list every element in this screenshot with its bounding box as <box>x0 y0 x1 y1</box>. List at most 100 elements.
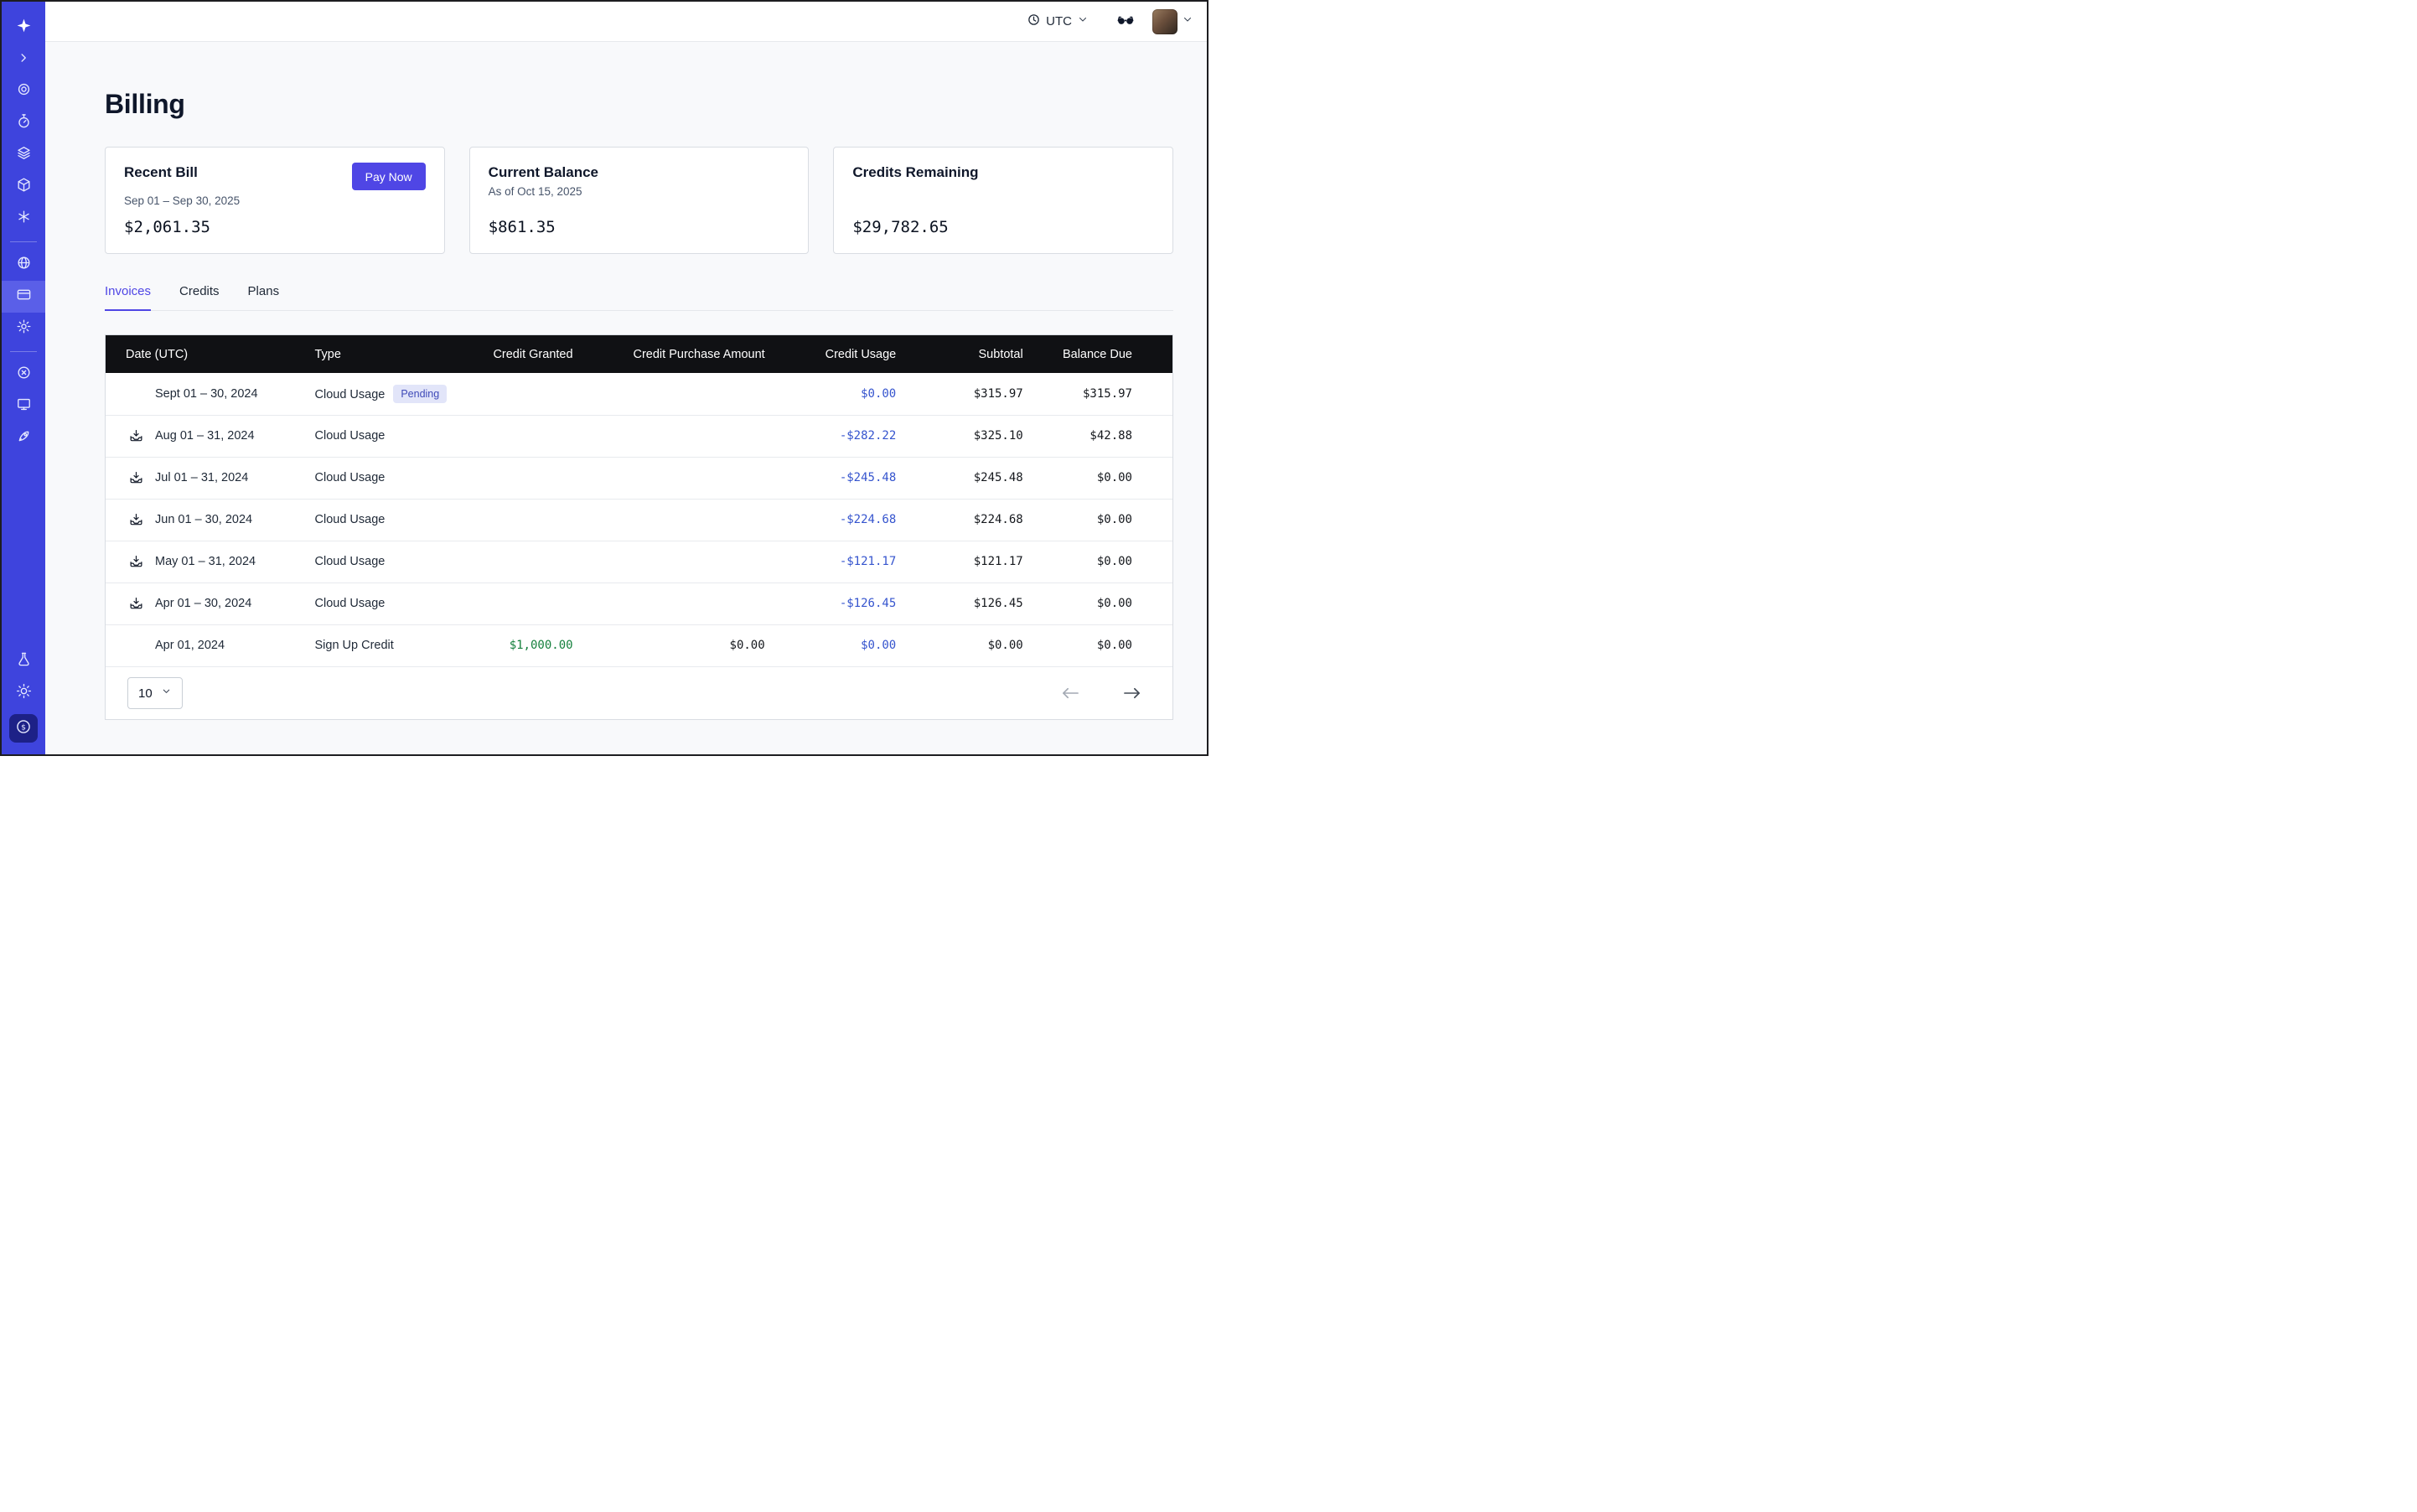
credit-usage: -$224.68 <box>765 499 897 541</box>
invoices-table: Date (UTC) Type Credit Granted Credit Pu… <box>105 334 1173 720</box>
pay-now-button[interactable]: Pay Now <box>352 163 426 190</box>
chevron-right-icon <box>16 50 31 70</box>
table-row: Apr 01, 2024 Sign Up Credit $1,000.00 $0… <box>106 624 1172 666</box>
table-row: Aug 01 – 31, 2024 Cloud Usage -$282.22 $… <box>106 415 1172 457</box>
subtotal: $126.45 <box>896 583 1022 624</box>
subtotal: $325.10 <box>896 415 1022 457</box>
card-title: Recent Bill <box>124 164 198 181</box>
column-header-credit-granted: Credit Granted <box>473 335 573 373</box>
subtotal: $0.00 <box>896 624 1022 666</box>
download-invoice-icon[interactable] <box>129 555 143 569</box>
credit-usage: -$121.17 <box>765 541 897 583</box>
sidebar-item-target[interactable] <box>2 75 45 107</box>
subtotal: $224.68 <box>896 499 1022 541</box>
balance-due: $0.00 <box>1023 457 1172 499</box>
credit-purchase-amount <box>573 457 765 499</box>
sidebar-item-theme[interactable] <box>2 677 45 709</box>
download-invoice-icon[interactable] <box>129 471 143 485</box>
balance-due: $0.00 <box>1023 583 1172 624</box>
card-title: Current Balance <box>489 164 598 181</box>
clock-icon <box>1027 13 1041 31</box>
card-subtitle: Sep 01 – Sep 30, 2025 <box>124 194 426 207</box>
invoice-date: Apr 01 – 30, 2024 <box>106 583 315 624</box>
page-size-select[interactable]: 10 <box>127 677 183 709</box>
sidebar-item-timer[interactable] <box>2 107 45 139</box>
tab-credits[interactable]: Credits <box>179 284 220 311</box>
credit-usage: $0.00 <box>765 624 897 666</box>
table-header-row: Date (UTC) Type Credit Granted Credit Pu… <box>106 335 1172 373</box>
tab-invoices[interactable]: Invoices <box>105 284 151 311</box>
invoice-type: Sign Up Credit <box>315 624 473 666</box>
cube-icon <box>16 177 32 197</box>
topbar: UTC <box>45 2 1207 42</box>
chevron-down-icon <box>1182 13 1193 29</box>
sidebar-item-flask[interactable] <box>2 645 45 677</box>
sidebar-item-cube[interactable] <box>2 171 45 203</box>
sidebar-divider <box>10 351 37 352</box>
credits-remaining-card: Credits Remaining $29,782.65 <box>833 147 1173 254</box>
page-size-value: 10 <box>138 686 153 701</box>
timezone-selector[interactable]: UTC <box>1027 13 1089 31</box>
globe-icon <box>16 255 32 275</box>
credit-granted <box>473 457 573 499</box>
sun-icon <box>16 683 32 703</box>
monitor-icon <box>16 396 32 417</box>
invoice-type: Cloud Usage <box>315 583 473 624</box>
subtotal: $245.48 <box>896 457 1022 499</box>
sidebar-item-support[interactable] <box>2 359 45 391</box>
sidebar-divider <box>10 241 37 242</box>
credit-granted <box>473 583 573 624</box>
download-invoice-icon[interactable] <box>129 429 143 443</box>
flask-icon <box>16 651 32 671</box>
column-header-type: Type <box>315 335 473 373</box>
svg-text:$: $ <box>21 722 26 732</box>
sidebar-item-layers[interactable] <box>2 139 45 171</box>
layers-icon <box>16 145 32 165</box>
glasses-icon <box>1115 11 1136 32</box>
sidebar-item-billing[interactable] <box>2 281 45 313</box>
sidebar-item-settings[interactable] <box>2 313 45 344</box>
invoice-date: Jul 01 – 31, 2024 <box>106 457 315 499</box>
gear-icon <box>16 318 32 339</box>
subtotal: $121.17 <box>896 541 1022 583</box>
sidebar-item-globe[interactable] <box>2 249 45 281</box>
column-header-credit-purchase: Credit Purchase Amount <box>573 335 765 373</box>
sidebar-item-rocket[interactable] <box>2 422 45 454</box>
balance-due: $0.00 <box>1023 541 1172 583</box>
balance-due: $315.97 <box>1023 373 1172 415</box>
invoice-date: Jun 01 – 30, 2024 <box>106 499 315 541</box>
sidebar: $ <box>2 2 45 754</box>
sidebar-item-display[interactable] <box>2 391 45 422</box>
subtotal: $315.97 <box>896 373 1022 415</box>
sidebar-item-expand[interactable] <box>2 44 45 75</box>
current-balance-card: Current Balance As of Oct 15, 2025 $861.… <box>469 147 810 254</box>
sidebar-bottom-group: $ <box>2 645 45 754</box>
invoice-type: Cloud Usage <box>315 415 473 457</box>
tab-plans[interactable]: Plans <box>248 284 280 311</box>
sidebar-item-currency[interactable]: $ <box>9 714 38 743</box>
credit-granted <box>473 499 573 541</box>
table-row: Apr 01 – 30, 2024 Cloud Usage -$126.45 $… <box>106 583 1172 624</box>
credit-granted <box>473 541 573 583</box>
next-page-button[interactable] <box>1123 686 1141 700</box>
download-invoice-icon[interactable] <box>129 597 143 611</box>
invoice-date-label: May 01 – 31, 2024 <box>155 555 256 568</box>
summary-cards: Recent Bill Pay Now Sep 01 – Sep 30, 202… <box>105 147 1173 254</box>
balance-due: $0.00 <box>1023 499 1172 541</box>
pagination <box>1062 686 1151 700</box>
column-header-date: Date (UTC) <box>106 335 315 373</box>
recent-bill-card: Recent Bill Pay Now Sep 01 – Sep 30, 202… <box>105 147 445 254</box>
glasses-toggle[interactable] <box>1115 11 1136 32</box>
timezone-label: UTC <box>1046 14 1072 28</box>
table-row: Jul 01 – 31, 2024 Cloud Usage -$245.48 $… <box>106 457 1172 499</box>
download-invoice-icon[interactable] <box>129 513 143 527</box>
sidebar-item-asterisk[interactable] <box>2 203 45 235</box>
chevron-down-icon <box>1077 13 1089 29</box>
sidebar-item-logo[interactable] <box>2 12 45 44</box>
credit-purchase-amount <box>573 583 765 624</box>
account-menu[interactable] <box>1152 9 1193 34</box>
previous-page-button[interactable] <box>1062 686 1079 700</box>
credit-purchase-amount: $0.00 <box>573 624 765 666</box>
logo-icon <box>16 18 32 38</box>
dollar-coin-icon: $ <box>15 718 32 739</box>
